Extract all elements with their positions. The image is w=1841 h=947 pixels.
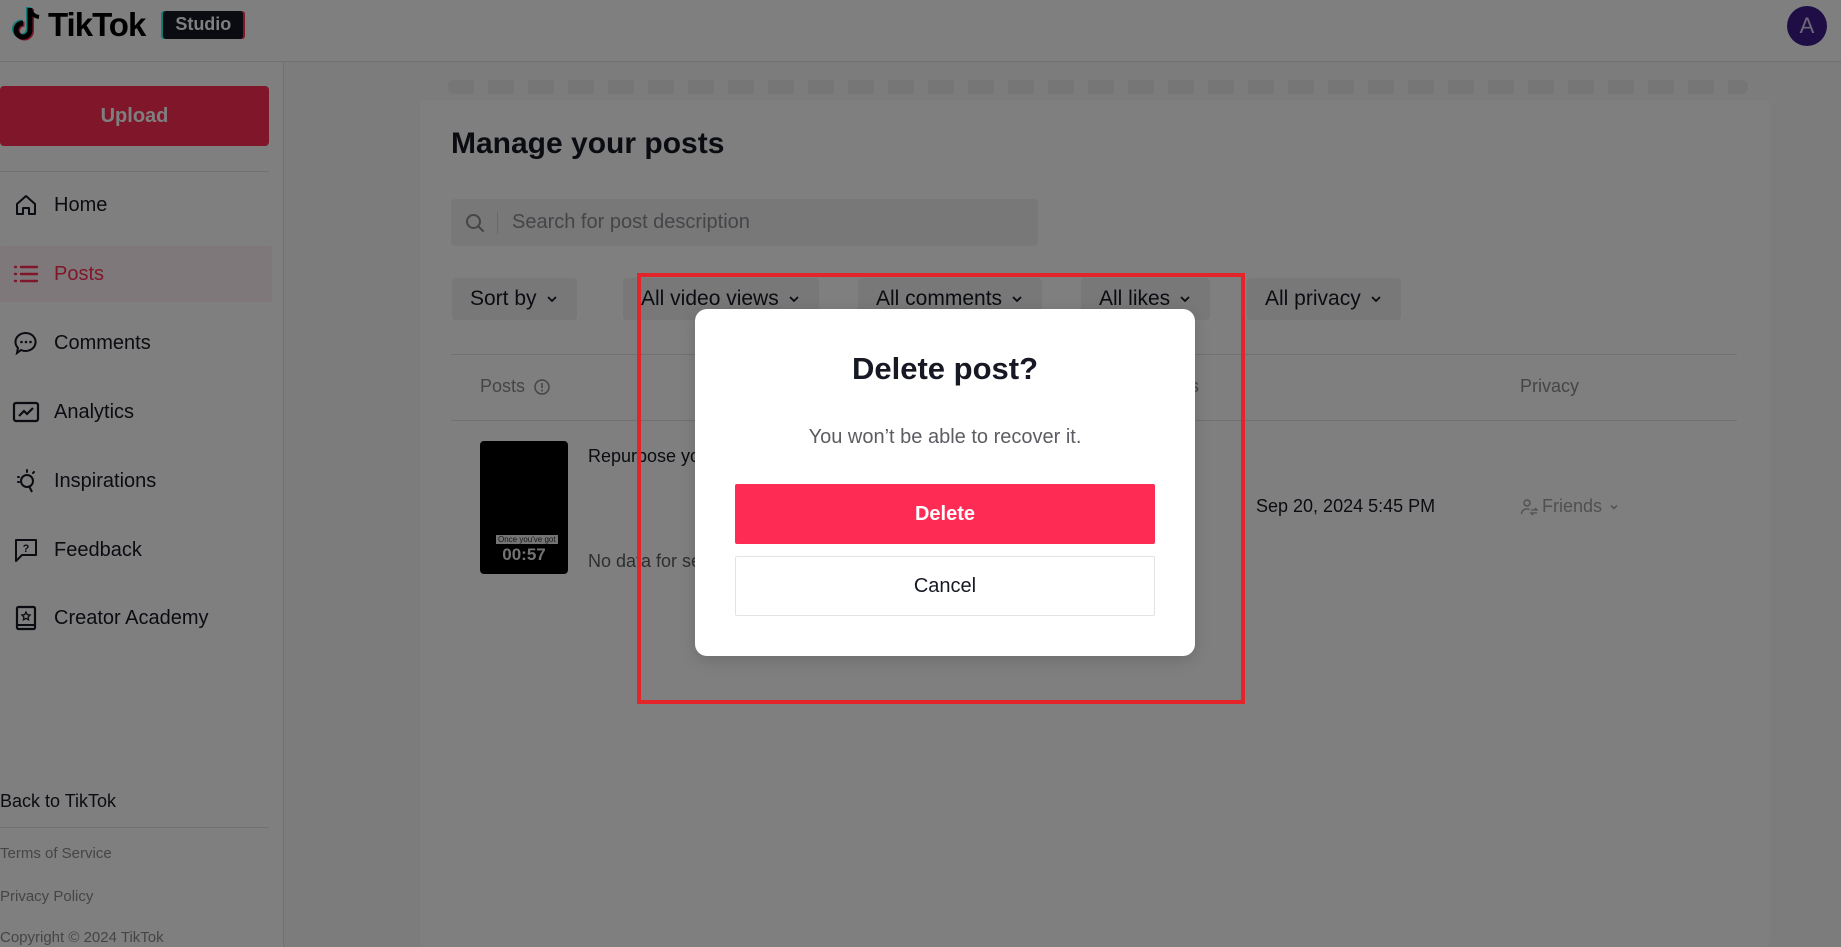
dialog-title: Delete post?: [851, 351, 1039, 386]
dialog-message: You won’t be able to recover it.: [808, 426, 1082, 448]
delete-post-dialog: Delete post? You won’t be able to recove…: [695, 309, 1195, 656]
cancel-button[interactable]: Cancel: [735, 556, 1155, 616]
delete-button[interactable]: Delete: [735, 484, 1155, 544]
